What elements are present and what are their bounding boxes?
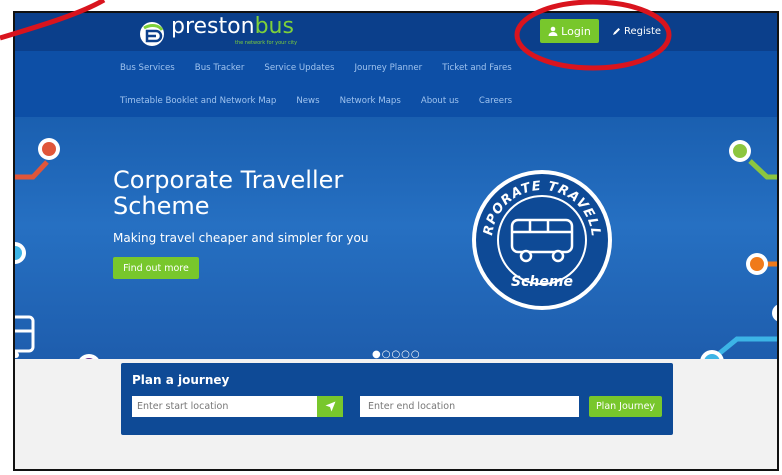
find-out-more-button[interactable]: Find out more: [113, 257, 199, 279]
nav-item-journey-planner[interactable]: Journey Planner: [354, 63, 422, 83]
login-label: Login: [561, 24, 591, 38]
badge-scheme-text: Scheme: [511, 274, 573, 290]
nav-item-bus-tracker[interactable]: Bus Tracker: [195, 63, 245, 83]
bus-logo-icon: [140, 22, 164, 46]
main-navigation: Bus Services Bus Tracker Service Updates…: [15, 51, 777, 117]
screenshot-frame: prestonbus the network for your city Log…: [0, 0, 782, 475]
register-link[interactable]: Registe: [612, 21, 661, 41]
nav-item-about-us[interactable]: About us: [421, 96, 459, 116]
nav-item-service-updates[interactable]: Service Updates: [264, 63, 334, 83]
start-location-input[interactable]: Enter start location: [132, 396, 317, 417]
nav-item-timetable-booklet[interactable]: Timetable Booklet and Network Map: [120, 96, 276, 116]
login-button[interactable]: Login: [540, 19, 599, 43]
nav-row-1: Bus Services Bus Tracker Service Updates…: [120, 63, 532, 83]
use-my-location-button[interactable]: [317, 396, 343, 417]
logo-tagline: the network for your city: [235, 40, 298, 46]
end-location-input[interactable]: Enter end location: [360, 396, 579, 417]
nav-item-news[interactable]: News: [296, 96, 319, 116]
plan-journey-button[interactable]: Plan Journey: [589, 396, 662, 417]
hero-title: Corporate Traveller Scheme: [113, 166, 344, 220]
user-icon: [548, 26, 558, 36]
hero-banner: Corporate Traveller Scheme Making travel…: [15, 117, 777, 360]
location-arrow-icon: [325, 401, 335, 412]
webpage: prestonbus the network for your city Log…: [13, 11, 779, 471]
register-label: Registe: [624, 25, 662, 37]
planner-title: Plan a journey: [132, 373, 230, 387]
pencil-icon: [613, 27, 620, 35]
journey-planner-panel: Plan a journey Enter start location Ente…: [121, 363, 673, 435]
nav-item-ticket-fares[interactable]: Ticket and Fares: [442, 63, 512, 83]
corporate-traveller-badge: CORPORATE TRAVELLER Scheme: [470, 168, 612, 310]
nav-item-careers[interactable]: Careers: [479, 96, 512, 116]
nav-row-2: Timetable Booklet and Network Map News N…: [120, 96, 532, 116]
nav-item-bus-services[interactable]: Bus Services: [120, 63, 175, 83]
nav-item-network-maps[interactable]: Network Maps: [340, 96, 401, 116]
logo-wordmark: prestonbus: [171, 14, 294, 39]
prestonbus-logo[interactable]: prestonbus the network for your city: [135, 14, 335, 50]
top-bar: prestonbus the network for your city Log…: [15, 13, 777, 51]
hero-subtitle: Making travel cheaper and simpler for yo…: [113, 231, 369, 245]
